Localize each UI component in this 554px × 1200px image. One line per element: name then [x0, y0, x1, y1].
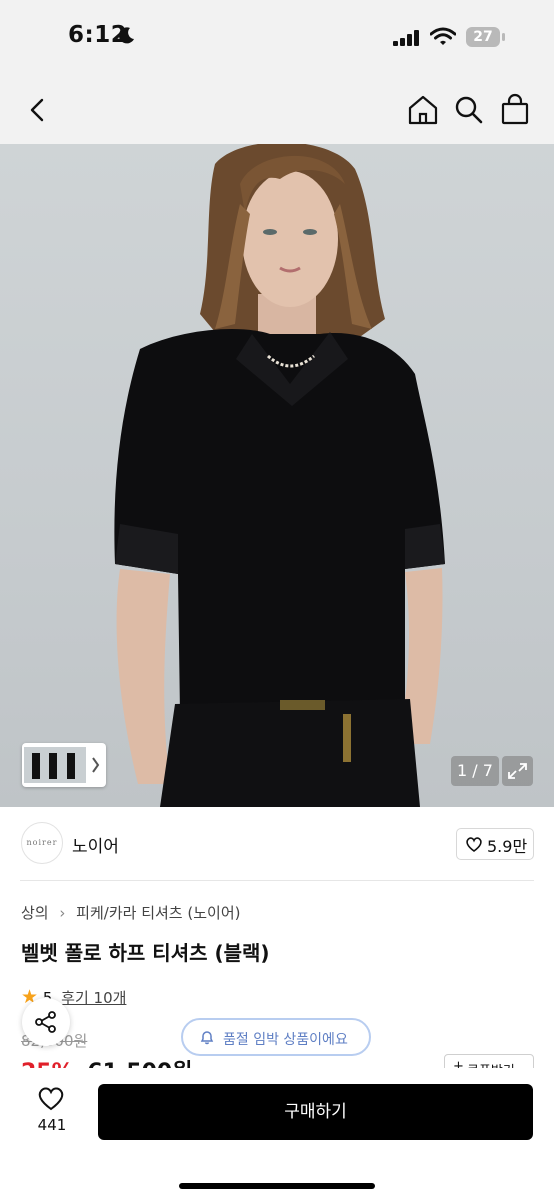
wishlist-count: 441 — [37, 1116, 67, 1134]
image-counter: 1 / 7 — [451, 756, 499, 786]
chevron-right-icon: › — [59, 904, 66, 922]
signal-icon — [393, 30, 419, 46]
brand-like-count: 5.9만 — [487, 837, 528, 856]
bell-icon — [200, 1031, 214, 1045]
home-indicator — [179, 1183, 375, 1189]
thumbnail-preview-icon — [24, 747, 100, 783]
thumbnail-strip-button[interactable] — [22, 743, 106, 787]
breadcrumb-subcategory[interactable]: 피케/카라 티셔츠 (노이어) — [76, 904, 240, 922]
divider — [20, 880, 534, 881]
breadcrumb-category[interactable]: 상의 — [21, 904, 49, 922]
expand-icon — [508, 763, 527, 779]
battery-indicator: 27 — [466, 27, 500, 47]
search-icon[interactable] — [451, 92, 487, 128]
moon-icon — [118, 27, 134, 44]
product-image[interactable] — [0, 144, 554, 807]
back-icon[interactable] — [20, 92, 56, 128]
product-title: 벨벳 폴로 하프 티셔츠 (블랙) — [21, 941, 270, 965]
breadcrumb: 상의 › 피케/카라 티셔츠 (노이어) — [21, 902, 240, 923]
heart-icon — [466, 837, 482, 852]
product-photo-illustration — [114, 144, 445, 807]
battery-cap — [502, 33, 505, 41]
review-link[interactable]: 후기 10개 — [61, 989, 126, 1007]
brand-name[interactable]: 노이어 — [72, 832, 119, 857]
buy-button[interactable]: 구매하기 — [98, 1084, 533, 1140]
expand-button[interactable] — [502, 756, 533, 786]
soldout-notice: 품절 임박 상품이에요 — [181, 1018, 371, 1056]
soldout-text: 품절 임박 상품이에요 — [223, 1032, 348, 1048]
share-button[interactable] — [22, 998, 70, 1046]
share-icon — [35, 1011, 56, 1033]
brand-logo[interactable]: noirer — [21, 822, 63, 864]
wifi-icon — [430, 27, 456, 45]
home-icon[interactable] — [405, 92, 441, 128]
wishlist-heart-icon[interactable] — [37, 1086, 65, 1112]
shopping-bag-icon[interactable] — [497, 92, 533, 128]
